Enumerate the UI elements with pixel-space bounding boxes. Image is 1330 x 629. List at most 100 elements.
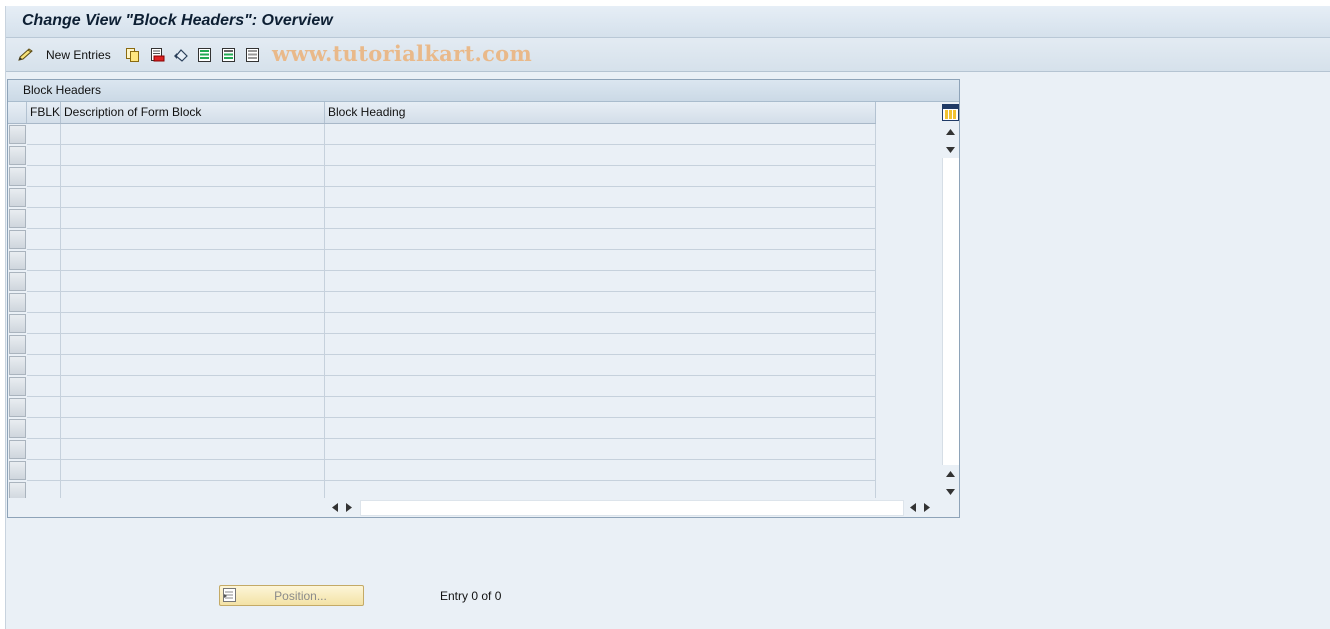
table-row	[8, 187, 876, 208]
table-cell[interactable]	[27, 124, 61, 145]
column-header-description[interactable]: Description of Form Block	[61, 102, 325, 123]
row-selector[interactable]	[9, 230, 26, 249]
row-selector[interactable]	[9, 167, 26, 186]
new-entries-button[interactable]: New Entries	[46, 46, 111, 63]
table-cell[interactable]	[61, 439, 325, 460]
change-mode-button[interactable]	[17, 46, 35, 63]
table-cell[interactable]	[325, 187, 876, 208]
scroll-page-down-button[interactable]	[943, 483, 958, 499]
undo-change-button[interactable]	[173, 46, 191, 63]
table-cell[interactable]	[27, 187, 61, 208]
select-block-button[interactable]	[221, 46, 237, 63]
scroll-left-button[interactable]	[906, 500, 920, 516]
table-cell[interactable]	[27, 292, 61, 313]
table-cell[interactable]	[325, 229, 876, 250]
vertical-scrollbar[interactable]	[942, 102, 959, 498]
table-cell[interactable]	[325, 460, 876, 481]
page-title: Change View "Block Headers": Overview	[22, 12, 333, 29]
table-cell[interactable]	[325, 397, 876, 418]
table-cell[interactable]	[61, 481, 325, 498]
table-cell[interactable]	[325, 439, 876, 460]
table-cell[interactable]	[61, 292, 325, 313]
copy-as-button[interactable]	[125, 46, 141, 63]
table-cell[interactable]	[27, 229, 61, 250]
table-cell[interactable]	[27, 271, 61, 292]
table-cell[interactable]	[325, 418, 876, 439]
table-cell[interactable]	[61, 460, 325, 481]
delete-button[interactable]	[149, 46, 165, 63]
vertical-scroll-track[interactable]	[942, 158, 959, 465]
position-button[interactable]: Position...	[219, 585, 364, 606]
row-selector[interactable]	[9, 440, 26, 459]
row-selector[interactable]	[9, 482, 26, 498]
table-cell[interactable]	[27, 145, 61, 166]
row-selector[interactable]	[9, 335, 26, 354]
column-header-fblk[interactable]: FBLK	[27, 102, 61, 123]
row-selector[interactable]	[9, 398, 26, 417]
table-cell[interactable]	[325, 313, 876, 334]
column-header-block-heading[interactable]: Block Heading	[325, 102, 876, 123]
table-cell[interactable]	[61, 145, 325, 166]
row-selector[interactable]	[9, 377, 26, 396]
table-cell[interactable]	[325, 250, 876, 271]
watermark-text: www.tutorialkart.com	[272, 41, 532, 66]
table-cell[interactable]	[325, 334, 876, 355]
table-cell[interactable]	[325, 166, 876, 187]
table-cell[interactable]	[27, 397, 61, 418]
table-cell[interactable]	[27, 481, 61, 498]
table-cell[interactable]	[61, 418, 325, 439]
table-cell[interactable]	[325, 481, 876, 498]
row-selector[interactable]	[9, 272, 26, 291]
scroll-up-button[interactable]	[943, 123, 958, 139]
table-cell[interactable]	[61, 355, 325, 376]
table-cell[interactable]	[27, 208, 61, 229]
table-cell[interactable]	[61, 124, 325, 145]
table-cell[interactable]	[61, 313, 325, 334]
table-cell[interactable]	[61, 208, 325, 229]
row-selector[interactable]	[9, 125, 26, 144]
table-cell[interactable]	[27, 355, 61, 376]
table-cell[interactable]	[61, 250, 325, 271]
table-cell[interactable]	[27, 334, 61, 355]
table-cell[interactable]	[27, 250, 61, 271]
table-cell[interactable]	[61, 397, 325, 418]
table-cell[interactable]	[325, 271, 876, 292]
table-cell[interactable]	[325, 376, 876, 397]
row-selector[interactable]	[9, 419, 26, 438]
table-cell[interactable]	[27, 460, 61, 481]
row-selector[interactable]	[9, 293, 26, 312]
scroll-left-button[interactable]	[328, 500, 342, 516]
row-selector[interactable]	[9, 209, 26, 228]
row-selector[interactable]	[9, 188, 26, 207]
select-all-rows-corner[interactable]	[8, 102, 27, 123]
table-cell[interactable]	[27, 418, 61, 439]
scroll-right-button[interactable]	[342, 500, 356, 516]
table-cell[interactable]	[27, 439, 61, 460]
select-all-button[interactable]	[197, 46, 213, 63]
row-selector[interactable]	[9, 314, 26, 333]
table-cell[interactable]	[61, 166, 325, 187]
table-cell[interactable]	[27, 376, 61, 397]
table-cell[interactable]	[325, 145, 876, 166]
table-cell[interactable]	[325, 355, 876, 376]
row-selector[interactable]	[9, 251, 26, 270]
block-headers-panel: Block Headers FBLK Description of Form B…	[7, 79, 960, 518]
table-cell[interactable]	[61, 187, 325, 208]
table-cell[interactable]	[61, 229, 325, 250]
table-cell[interactable]	[61, 334, 325, 355]
table-cell[interactable]	[61, 376, 325, 397]
table-cell[interactable]	[325, 292, 876, 313]
deselect-all-button[interactable]	[245, 46, 261, 63]
table-cell[interactable]	[61, 271, 325, 292]
row-selector[interactable]	[9, 146, 26, 165]
row-selector[interactable]	[9, 356, 26, 375]
table-cell[interactable]	[325, 208, 876, 229]
scroll-page-up-button[interactable]	[943, 465, 958, 481]
table-cell[interactable]	[27, 313, 61, 334]
table-cell[interactable]	[325, 124, 876, 145]
row-selector[interactable]	[9, 461, 26, 480]
scroll-down-button[interactable]	[943, 141, 958, 157]
table-cell[interactable]	[27, 166, 61, 187]
horizontal-scroll-track[interactable]	[360, 500, 904, 516]
scroll-right-button[interactable]	[920, 500, 934, 516]
